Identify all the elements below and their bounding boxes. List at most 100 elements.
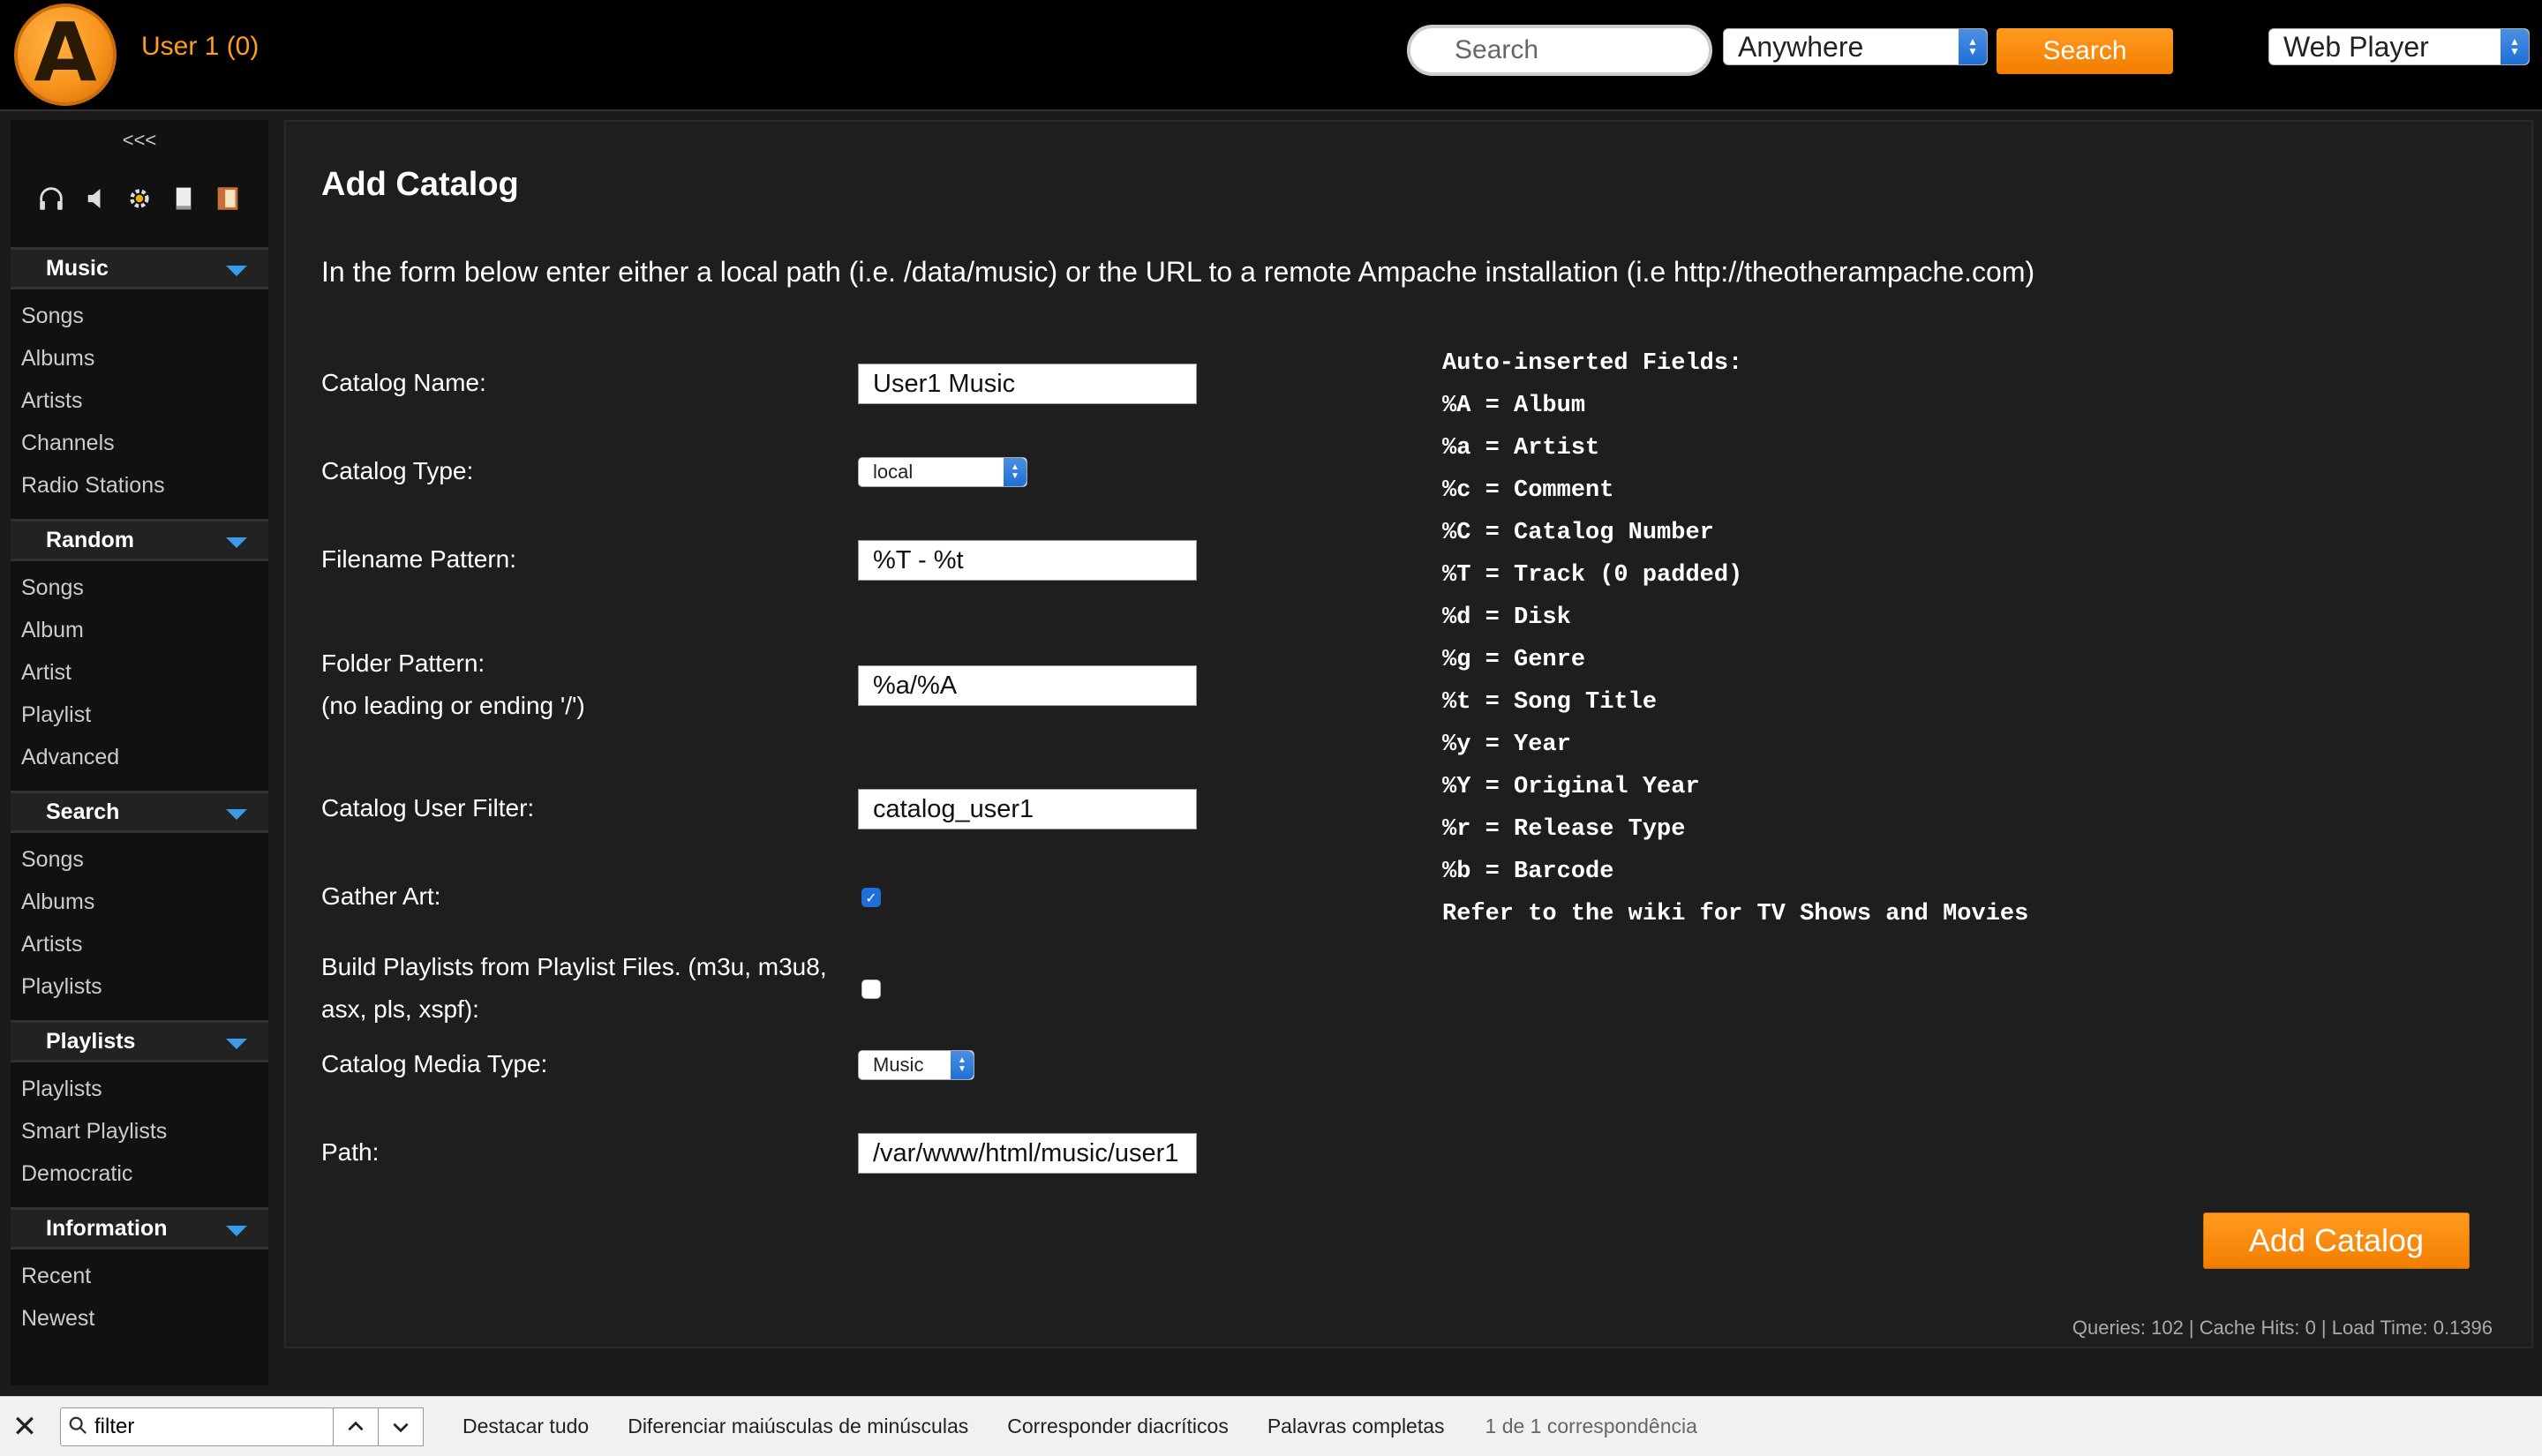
build-playlists-label-line1: Build Playlists from Playlist Files. (m3… [321, 953, 827, 980]
find-input[interactable] [61, 1407, 333, 1445]
chevron-down-icon [393, 1422, 409, 1432]
sidebar-section-music: Music Songs Albums Artists Channels Radi… [11, 247, 268, 515]
filename-pattern-label: Filename Pattern: [321, 545, 516, 573]
top-header: A User 1 (0) Anywhere ▲▼ Search Web Play… [0, 0, 2542, 111]
sidebar-item-songs[interactable]: Songs [21, 295, 268, 337]
build-playlists-label-line2: asx, pls, xspf): [321, 995, 479, 1023]
fields-help-line: %g = Genre [1442, 647, 1586, 673]
media-type-select[interactable]: Music ▲ ▼ [858, 1050, 974, 1080]
sidebar-item-artists[interactable]: Artists [21, 379, 268, 422]
headphones-icon[interactable] [36, 184, 66, 214]
sidebar: <<< Music Songs Albums Artists Channels … [11, 120, 268, 1385]
sidebar-collapse-toggle[interactable]: <<< [11, 120, 268, 155]
fields-help-heading: Auto-inserted Fields: [1442, 350, 1743, 377]
auto-inserted-fields-help: Auto-inserted Fields: %A = Album %a = Ar… [1442, 342, 2028, 935]
select-arrows-icon: ▲ ▼ [951, 1051, 974, 1079]
find-bar: ✕ Destacar tudo Diferenciar maiúsculas d… [0, 1396, 2542, 1456]
fields-help-line: %A = Album [1442, 393, 1586, 419]
sidebar-item-albums[interactable]: Albums [21, 337, 268, 379]
match-case-toggle[interactable]: Diferenciar maiúsculas de minúsculas [628, 1415, 968, 1438]
build-playlists-checkbox[interactable] [861, 979, 881, 999]
expand-triangle-icon[interactable] [226, 809, 247, 820]
sidebar-item-random-advanced[interactable]: Advanced [21, 736, 268, 778]
catalog-type-label: Catalog Type: [321, 457, 474, 484]
sidebar-section-playlists: Playlists Playlists Smart Playlists Demo… [11, 1020, 268, 1204]
sidebar-item-newest[interactable]: Newest [21, 1297, 268, 1340]
search-scope-select[interactable]: Anywhere ▲ ▼ [1723, 28, 1988, 65]
section-title: Random [46, 527, 134, 552]
catalog-name-input[interactable] [858, 364, 1197, 404]
whole-words-toggle[interactable]: Palavras completas [1267, 1415, 1445, 1438]
logo-letter: A [34, 5, 97, 100]
sidebar-item-random-songs[interactable]: Songs [21, 567, 268, 609]
folder-pattern-label: Folder Pattern: [321, 649, 485, 677]
search-scope-value: Anywhere [1738, 30, 1864, 63]
section-title: Music [46, 255, 109, 281]
sidebar-item-radio-stations[interactable]: Radio Stations [21, 464, 268, 507]
sidebar-item-democratic[interactable]: Democratic [21, 1152, 268, 1195]
fields-help-line: %C = Catalog Number [1442, 520, 1714, 546]
fields-help-line: %T = Track (0 padded) [1442, 562, 1743, 589]
document-icon[interactable] [174, 184, 193, 214]
sidebar-item-search-playlists[interactable]: Playlists [21, 965, 268, 1008]
add-catalog-button[interactable]: Add Catalog [2203, 1212, 2470, 1269]
match-diacritics-toggle[interactable]: Corresponder diacríticos [1007, 1415, 1229, 1438]
sidebar-section-random: Random Songs Album Artist Playlist Advan… [11, 519, 268, 787]
sidebar-item-playlists[interactable]: Playlists [21, 1068, 268, 1110]
select-arrows-icon: ▲ ▼ [1004, 458, 1027, 486]
filename-pattern-input[interactable] [858, 540, 1197, 581]
search-button[interactable]: Search [1997, 28, 2173, 74]
fields-help-line: %b = Barcode [1442, 859, 1614, 885]
user-filter-label: Catalog User Filter: [321, 794, 535, 822]
sidebar-header-music[interactable]: Music [11, 247, 268, 289]
sidebar-header-playlists[interactable]: Playlists [11, 1020, 268, 1062]
page-title: Add Catalog [321, 166, 519, 203]
find-previous-button[interactable] [333, 1407, 379, 1446]
media-type-value: Music [873, 1054, 924, 1076]
expand-triangle-icon[interactable] [226, 266, 247, 276]
user-link[interactable]: User 1 (0) [141, 32, 259, 62]
close-icon[interactable]: ✕ [0, 1409, 49, 1445]
catalog-type-select[interactable]: local ▲ ▼ [858, 457, 1027, 487]
sidebar-item-random-playlist[interactable]: Playlist [21, 694, 268, 736]
media-type-label: Catalog Media Type: [321, 1050, 548, 1077]
player-type-value: Web Player [2283, 30, 2429, 63]
sidebar-item-channels[interactable]: Channels [21, 422, 268, 464]
expand-triangle-icon[interactable] [226, 537, 247, 548]
expand-triangle-icon[interactable] [226, 1226, 247, 1236]
speaker-icon[interactable] [86, 184, 105, 214]
sidebar-item-smart-playlists[interactable]: Smart Playlists [21, 1110, 268, 1152]
sidebar-header-information[interactable]: Information [11, 1207, 268, 1250]
fields-help-line: %a = Artist [1442, 435, 1600, 462]
user-filter-input[interactable] [858, 789, 1197, 829]
fields-help-line: %d = Disk [1442, 604, 1571, 631]
gather-art-checkbox[interactable]: ✓ [861, 888, 881, 907]
sidebar-item-search-songs[interactable]: Songs [21, 838, 268, 881]
search-input[interactable] [1407, 25, 1712, 76]
path-input[interactable] [858, 1133, 1197, 1174]
select-arrows-icon: ▲ ▼ [1959, 29, 1987, 64]
select-arrows-icon: ▲ ▼ [2501, 29, 2529, 64]
query-stats: Queries: 102 | Cache Hits: 0 | Load Time… [2072, 1317, 2493, 1339]
sidebar-item-recent[interactable]: Recent [21, 1255, 268, 1297]
folder-pattern-input[interactable] [858, 665, 1197, 706]
sidebar-header-random[interactable]: Random [11, 519, 268, 561]
sidebar-header-search[interactable]: Search [11, 791, 268, 833]
player-type-select[interactable]: Web Player ▲ ▼ [2268, 28, 2530, 65]
highlight-all-toggle[interactable]: Destacar tudo [463, 1415, 589, 1438]
sidebar-item-random-album[interactable]: Album [21, 609, 268, 651]
expand-triangle-icon[interactable] [226, 1039, 247, 1049]
fields-help-line: %y = Year [1442, 732, 1571, 758]
sidebar-item-search-albums[interactable]: Albums [21, 881, 268, 923]
search-icon [69, 1416, 86, 1434]
sidebar-item-random-artist[interactable]: Artist [21, 651, 268, 694]
sidebar-item-search-artists[interactable]: Artists [21, 923, 268, 965]
find-next-button[interactable] [378, 1407, 424, 1446]
gear-icon[interactable] [124, 184, 154, 214]
gather-art-label: Gather Art: [321, 882, 441, 910]
ampache-logo[interactable]: A [14, 4, 117, 106]
chevron-up-icon [348, 1421, 364, 1430]
find-input-wrapper [60, 1407, 334, 1446]
exit-door-icon[interactable] [213, 184, 243, 214]
fields-help-line: %c = Comment [1442, 477, 1614, 504]
